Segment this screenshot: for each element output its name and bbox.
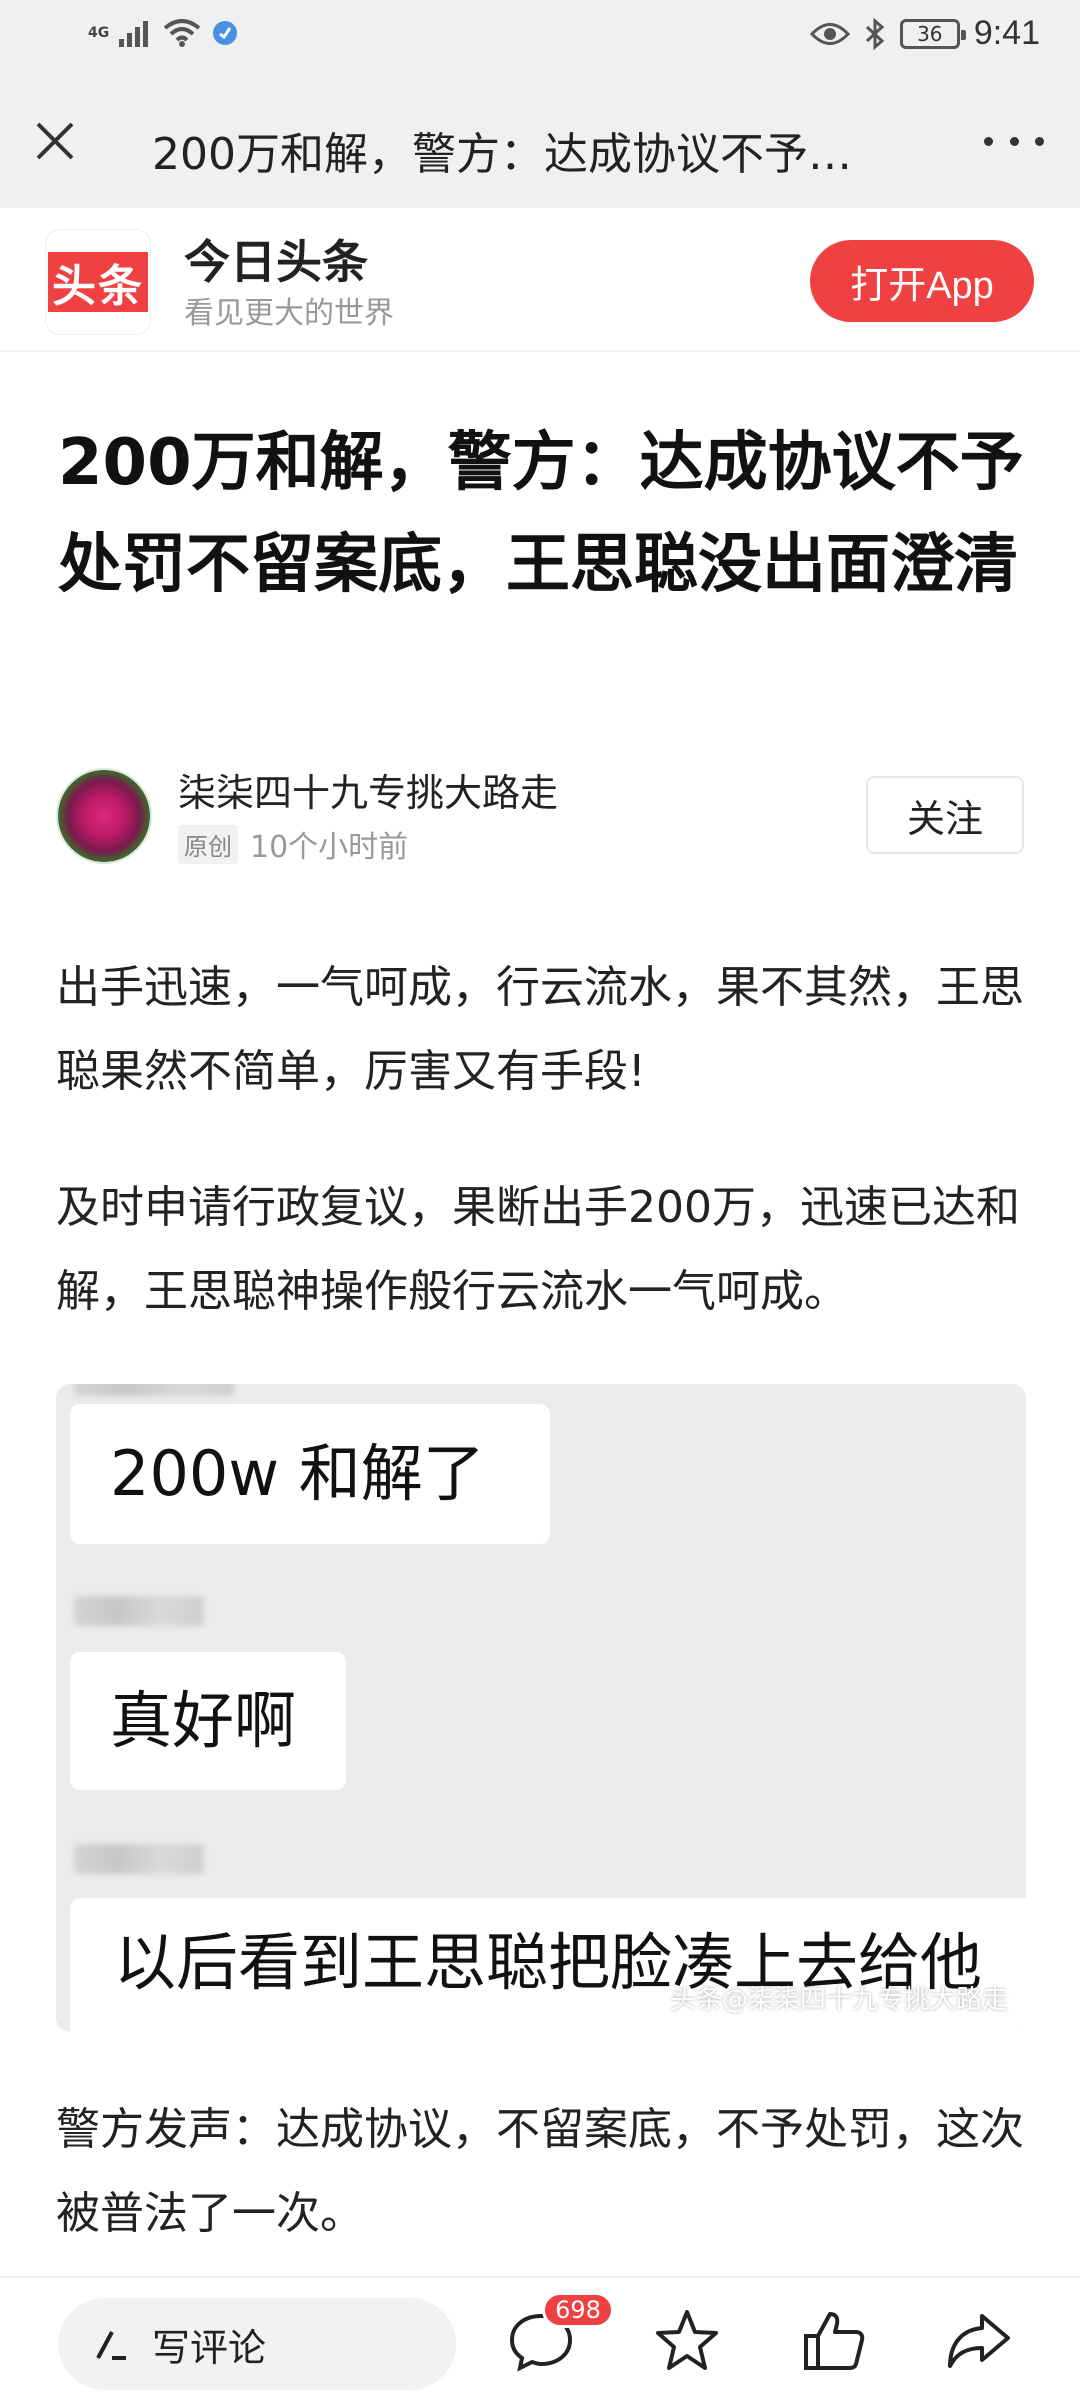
logo-text: 头条	[48, 252, 148, 312]
comment-placeholder: 写评论	[152, 2325, 267, 2370]
more-options-icon[interactable]	[984, 126, 1044, 156]
wifi-icon	[163, 19, 201, 47]
brand-header: 头条 今日头条 看见更大的世界 打开App	[0, 208, 1080, 352]
like-thumb-icon[interactable]	[796, 2304, 870, 2378]
chat-bubble: 200w 和解了	[70, 1404, 550, 1544]
app-slogan: 看见更大的世界	[184, 296, 394, 331]
favorite-star-icon[interactable]	[650, 2304, 724, 2378]
battery-level: 36	[917, 21, 943, 46]
author-meta: 原创 10个小时前	[178, 822, 408, 866]
blurred-name	[74, 1596, 204, 1626]
open-app-button[interactable]: 打开App	[810, 240, 1034, 322]
network-type: 4G	[88, 25, 110, 41]
battery-icon: 36	[899, 18, 966, 49]
article-paragraph: 警方发声：达成协议，不留案底，不予处罚，这次被普法了一次。	[56, 2104, 1024, 2239]
comment-count-badge: 698	[542, 2292, 614, 2328]
image-watermark: 头条@柒柒四十九专挑大路走	[669, 1985, 1008, 2015]
bluetooth-icon	[865, 17, 885, 50]
pen-icon	[96, 2331, 126, 2360]
nav-title: 200万和解，警方：达成协议不予处罚不留案底，王思聪没出面澄清	[152, 129, 892, 180]
article-paragraph: 及时申请行政复议，果断出手200万，迅速已达和解，王思聪神操作般行云流水一气呵成…	[56, 1182, 1020, 1317]
blurred-name	[74, 1384, 234, 1396]
status-bar: 4G 36 9:41	[0, 0, 1080, 78]
status-right: 36 9:41	[809, 14, 1040, 53]
article-paragraph: 出手迅速，一气呵成，行云流水，果不其然，王思聪果然不简单，厉害又有手段!	[56, 962, 1024, 1097]
status-left: 4G	[88, 18, 239, 48]
share-icon[interactable]	[942, 2304, 1016, 2378]
close-icon[interactable]	[30, 116, 80, 166]
blurred-name	[74, 1844, 204, 1874]
article-image[interactable]: 200w 和解了 真好啊 以后看到王思聪把脸凑上去给他打 头条@柒柒四十九专挑大…	[56, 1384, 1026, 2032]
signal-icon	[119, 21, 149, 47]
chat-bubble: 真好啊	[70, 1652, 346, 1790]
author-name[interactable]: 柒柒四十九专挑大路走	[178, 762, 558, 817]
follow-button[interactable]: 关注	[866, 776, 1024, 854]
write-comment-input[interactable]: 写评论	[58, 2298, 456, 2390]
nav-bar: 200万和解，警方：达成协议不予处罚不留案底，王思聪没出面澄清	[0, 78, 1080, 208]
dot-icon	[1035, 136, 1044, 146]
original-tag: 原创	[178, 824, 238, 864]
app-name: 今日头条	[184, 235, 368, 289]
publish-time: 10个小时前	[250, 830, 409, 865]
article-title: 200万和解，警方：达成协议不予处罚不留案底，王思聪没出面澄清	[58, 426, 1024, 602]
app-logo: 头条	[46, 230, 150, 334]
dot-icon	[984, 136, 993, 146]
author-avatar[interactable]	[58, 770, 150, 862]
eye-icon	[809, 22, 850, 45]
dot-icon	[1009, 136, 1019, 146]
app-notification-icon	[213, 21, 238, 45]
bottom-action-bar: 写评论 698	[0, 2276, 1080, 2400]
clock: 9:41	[973, 14, 1040, 52]
